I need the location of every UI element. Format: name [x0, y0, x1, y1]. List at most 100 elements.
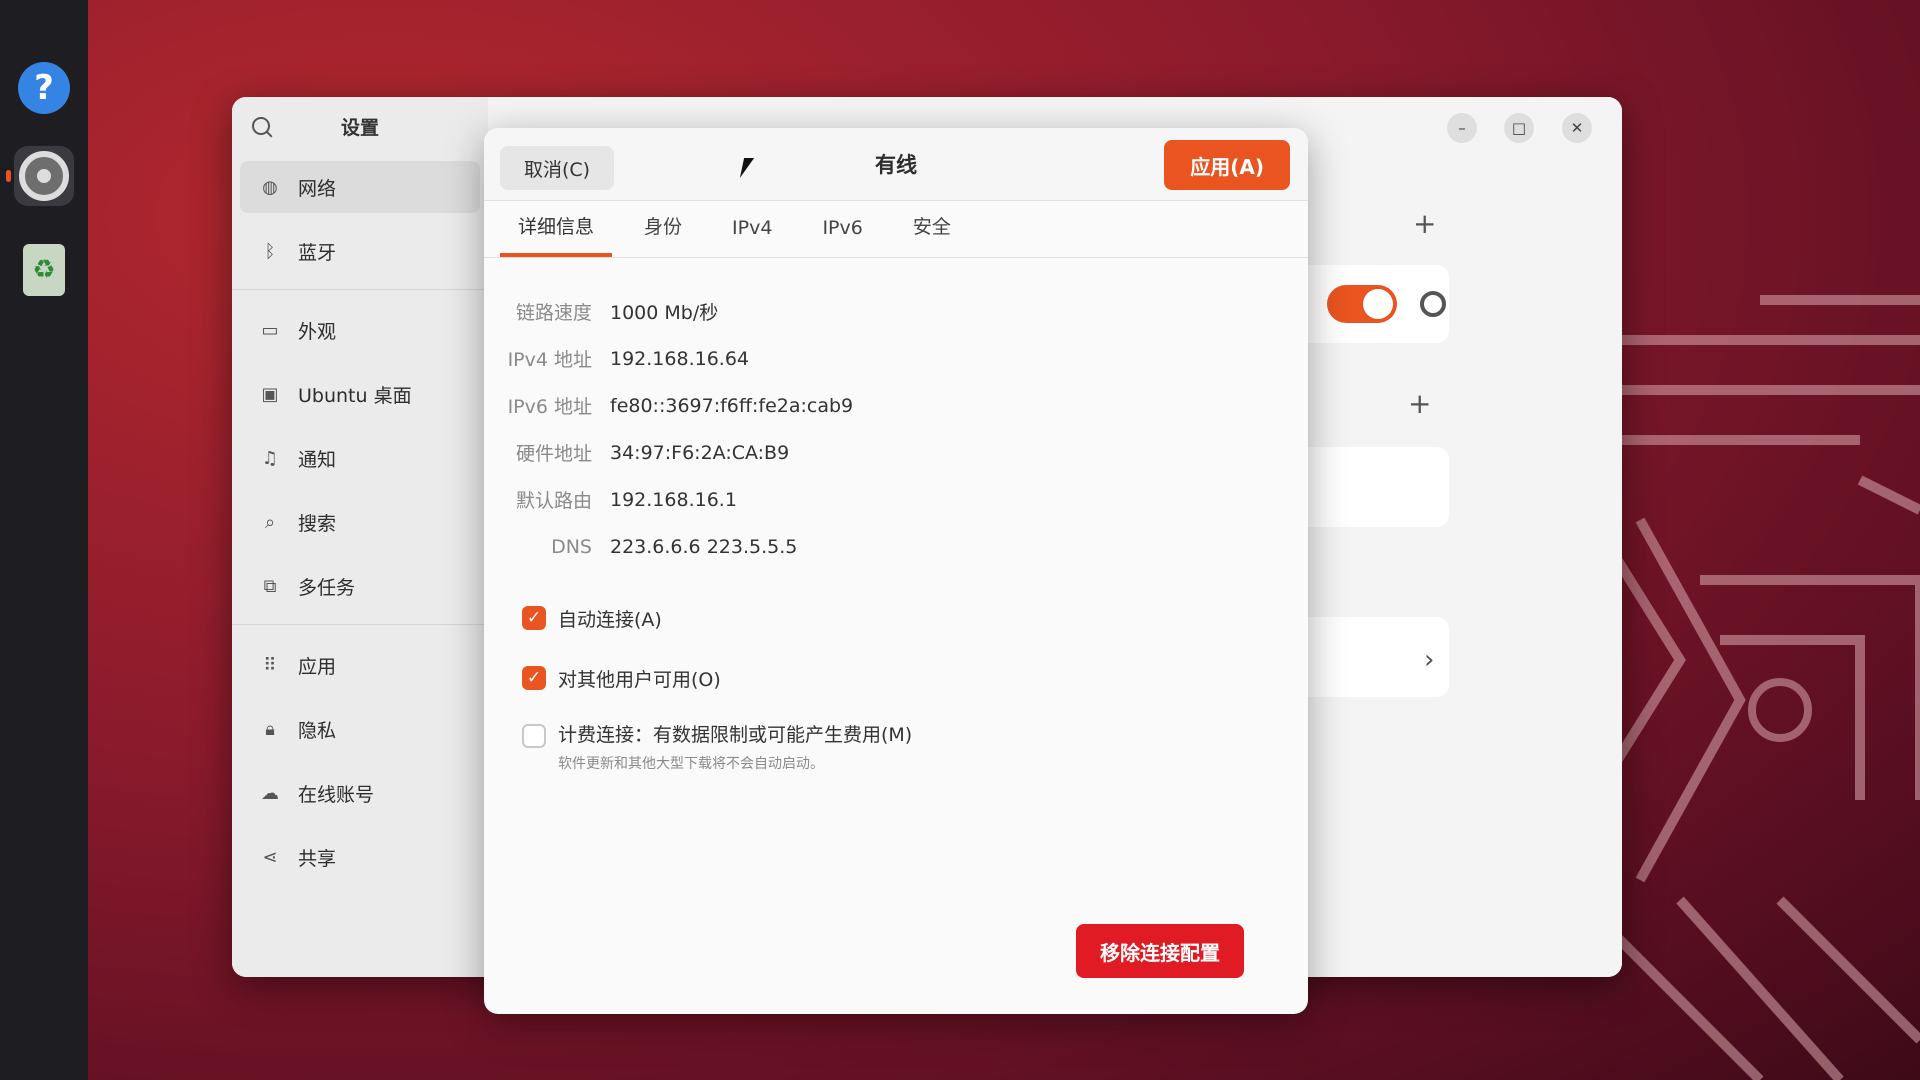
- settings-icon: [19, 151, 69, 201]
- sidebar-item-multitasking[interactable]: ⧉ 多任务: [240, 560, 480, 612]
- dialog-title: 有线: [875, 153, 917, 177]
- sidebar-title: 设置: [340, 116, 379, 139]
- sidebar-item-online-accounts[interactable]: ☁ 在线账号: [240, 767, 480, 819]
- sidebar-item-label: 多任务: [298, 576, 356, 599]
- sidebar-item-search[interactable]: ⌕ 搜索: [240, 496, 480, 548]
- all-users-label: 对其他用户可用(O): [558, 668, 721, 691]
- cloud-icon: ☁: [261, 782, 279, 804]
- desktop-icon: ▣: [261, 383, 279, 405]
- detail-value: 223.6.6.6 223.5.5.5: [610, 535, 798, 558]
- detail-label: 硬件地址: [515, 443, 592, 465]
- dock-trash-button[interactable]: ♻: [14, 240, 74, 300]
- sidebar-item-apps[interactable]: ⠿ 应用: [240, 639, 480, 691]
- detail-row-hardware-address: 硬件地址 34:97:F6:2A:CA:B9: [484, 429, 1308, 476]
- detail-row-dns: DNS 223.6.6.6 223.5.5.5: [484, 523, 1308, 570]
- metered-checkbox[interactable]: [522, 724, 546, 748]
- dialog-tabs: 详细信息 身份 IPv4 IPv6 安全: [484, 201, 1308, 258]
- share-icon: ⋖: [262, 846, 278, 868]
- tab-ipv4[interactable]: IPv4: [714, 217, 790, 257]
- tab-security[interactable]: 安全: [895, 212, 969, 257]
- tab-ipv6[interactable]: IPv6: [804, 217, 880, 257]
- cancel-button[interactable]: 取消(C): [500, 146, 615, 190]
- sidebar-item-label: 外观: [298, 320, 337, 343]
- remove-connection-button[interactable]: 移除连接配置: [1076, 924, 1244, 978]
- sidebar-item-privacy[interactable]: 🔒︎ 隐私: [240, 703, 480, 755]
- tab-identity[interactable]: 身份: [626, 212, 700, 257]
- network-icon: ◍: [262, 176, 278, 198]
- detail-row-ipv6: IPv6 地址 fe80::3697:f6ff:fe2a:cab9: [484, 382, 1308, 429]
- wired-settings-gear-icon[interactable]: [1420, 291, 1446, 317]
- sidebar-item-network[interactable]: ◍ 网络: [240, 161, 480, 213]
- details-list: 链路速度 1000 Mb/秒 IPv4 地址 192.168.16.64 IPv…: [484, 258, 1308, 570]
- sidebar-list: ◍ 网络 ᛒ 蓝牙 ▭ 外观 ▣ Ubuntu 桌面 ♫ 通知 ⌕ 搜索 ⧉ 多…: [232, 155, 488, 901]
- metered-label: 计费连接：有数据限制或可能产生费用(M): [558, 724, 913, 746]
- sidebar-item-label: 应用: [298, 655, 337, 678]
- detail-value: 192.168.16.1: [610, 488, 737, 511]
- help-icon: ?: [18, 62, 70, 114]
- detail-row-ipv4: IPv4 地址 192.168.16.64: [484, 335, 1308, 382]
- sidebar-item-label: Ubuntu 桌面: [298, 384, 412, 407]
- wired-connection-dialog: 取消(C) 有线 应用(A) 详细信息 身份 IPv4 IPv6 安全 链路速度…: [484, 128, 1308, 1014]
- detail-label: IPv4 地址: [507, 349, 592, 371]
- detail-label: DNS: [551, 535, 592, 558]
- detail-label: IPv6 地址: [507, 396, 592, 418]
- mouse-cursor-icon: [739, 158, 755, 178]
- metered-text: 计费连接：有数据限制或可能产生费用(M) 软件更新和其他大型下载将不会自动启动。: [558, 720, 912, 773]
- sidebar: 设置 ◍ 网络 ᛒ 蓝牙 ▭ 外观 ▣ Ubuntu 桌面 ♫ 通知 ⌕ 搜索 …: [232, 97, 489, 977]
- sidebar-item-label: 在线账号: [298, 783, 375, 806]
- detail-row-default-route: 默认路由 192.168.16.1: [484, 476, 1308, 523]
- trash-icon: ♻: [23, 244, 65, 296]
- sidebar-item-appearance[interactable]: ▭ 外观: [240, 304, 480, 356]
- apply-button[interactable]: 应用(A): [1164, 140, 1290, 190]
- detail-label: 默认路由: [515, 490, 592, 512]
- auto-connect-option[interactable]: ✓ 自动连接(A): [522, 588, 1308, 648]
- sidebar-item-label: 网络: [298, 177, 337, 200]
- sidebar-divider: [232, 624, 488, 625]
- search-icon[interactable]: [252, 117, 270, 135]
- sidebar-item-label: 通知: [298, 448, 337, 471]
- sidebar-divider: [232, 289, 488, 290]
- tab-details[interactable]: 详细信息: [500, 212, 613, 257]
- sidebar-item-label: 共享: [298, 847, 337, 870]
- add-vpn-plus-icon[interactable]: +: [1408, 387, 1431, 420]
- sidebar-item-sharing[interactable]: ⋖ 共享: [240, 831, 480, 883]
- bluetooth-icon: ᛒ: [264, 240, 276, 262]
- lock-icon: 🔒︎: [265, 718, 275, 740]
- search-icon: ⌕: [264, 511, 276, 533]
- all-users-checkbox[interactable]: ✓: [522, 666, 546, 690]
- add-connection-plus-icon[interactable]: +: [1413, 207, 1436, 240]
- detail-value: fe80::3697:f6ff:fe2a:cab9: [610, 394, 854, 417]
- detail-label: 链路速度: [515, 302, 592, 324]
- close-button[interactable]: ✕: [1562, 113, 1592, 143]
- dock-settings-button[interactable]: [14, 146, 74, 206]
- detail-value: 192.168.16.64: [610, 347, 750, 370]
- connection-options: ✓ 自动连接(A) ✓ 对其他用户可用(O) 计费连接：有数据限制或可能产生费用…: [484, 570, 1308, 773]
- toggle-knob: [1363, 289, 1393, 319]
- sidebar-item-label: 搜索: [298, 512, 337, 535]
- auto-connect-label: 自动连接(A): [558, 608, 662, 631]
- apps-grid-icon: ⠿: [263, 654, 277, 676]
- dock: ? ♻: [0, 0, 88, 1080]
- metered-option[interactable]: 计费连接：有数据限制或可能产生费用(M) 软件更新和其他大型下载将不会自动启动。: [522, 708, 1308, 773]
- maximize-button[interactable]: □: [1504, 113, 1534, 143]
- metered-sublabel: 软件更新和其他大型下载将不会自动启动。: [558, 756, 824, 772]
- bell-icon: ♫: [261, 447, 279, 469]
- sidebar-item-label: 蓝牙: [298, 241, 337, 264]
- chevron-right-icon: ›: [1424, 645, 1435, 675]
- dock-help-button[interactable]: ?: [14, 58, 74, 118]
- sidebar-item-label: 隐私: [298, 719, 337, 742]
- auto-connect-checkbox[interactable]: ✓: [522, 606, 546, 630]
- all-users-option[interactable]: ✓ 对其他用户可用(O): [522, 648, 1308, 708]
- sidebar-item-notifications[interactable]: ♫ 通知: [240, 432, 480, 484]
- detail-value: 1000 Mb/秒: [610, 302, 719, 324]
- sidebar-item-ubuntu-desktop[interactable]: ▣ Ubuntu 桌面: [240, 368, 480, 420]
- minimize-button[interactable]: –: [1447, 113, 1477, 143]
- wired-toggle[interactable]: [1327, 285, 1397, 323]
- dock-active-indicator: [6, 170, 11, 182]
- sidebar-item-bluetooth[interactable]: ᛒ 蓝牙: [240, 225, 480, 277]
- sidebar-header: 设置: [232, 97, 488, 155]
- detail-row-link-speed: 链路速度 1000 Mb/秒: [484, 288, 1308, 335]
- detail-value: 34:97:F6:2A:CA:B9: [610, 441, 790, 464]
- multitask-icon: ⧉: [263, 575, 277, 597]
- dialog-header: 取消(C) 有线 应用(A): [484, 128, 1308, 201]
